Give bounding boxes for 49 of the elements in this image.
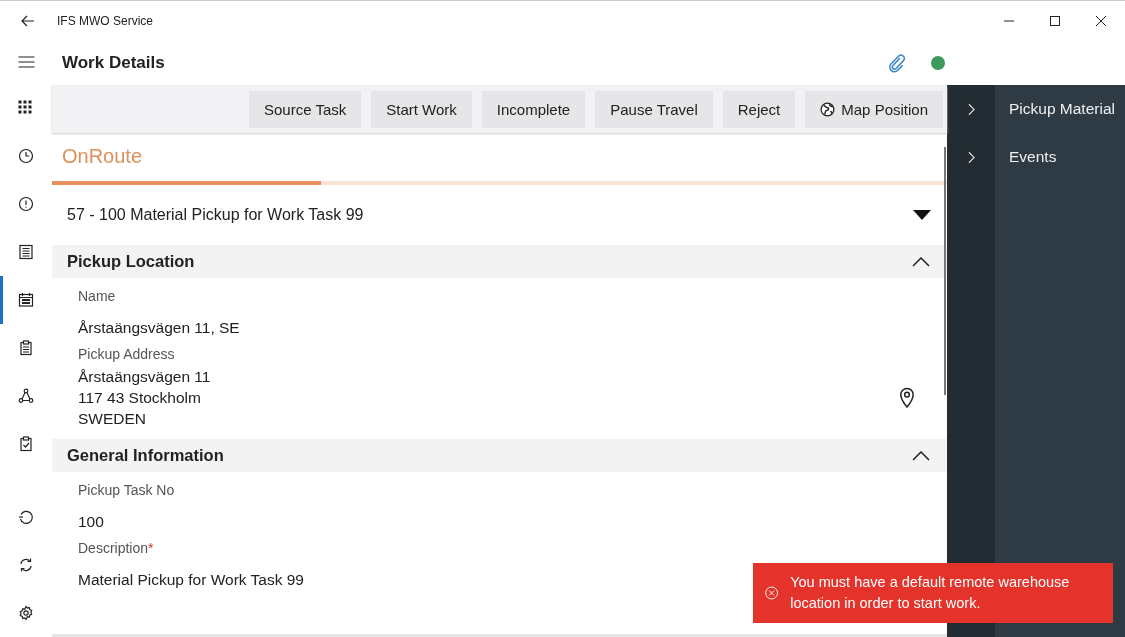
close-icon[interactable] — [1095, 14, 1107, 27]
status-label: OnRoute — [61, 144, 144, 169]
list-icon — [18, 244, 34, 260]
field-value: 117 43 Stockholm — [78, 388, 202, 408]
history-icon — [18, 509, 34, 525]
window-title: IFS MWO Service — [57, 13, 153, 28]
toolbar-button[interactable]: Source Task — [249, 90, 362, 128]
chevron-right-icon — [967, 102, 975, 116]
toolbar-button[interactable]: Start Work — [371, 90, 472, 128]
field-value: Årstaängsvägen 11, SE — [78, 318, 240, 338]
field-label: Pickup Task No — [78, 482, 176, 500]
dropdown-caret-icon — [913, 210, 931, 220]
field-label: Description* — [78, 540, 155, 558]
section-header[interactable]: Pickup Location — [52, 245, 947, 278]
toolbar-button[interactable]: Pause Travel — [595, 90, 713, 128]
error-message: You must have a default remote warehouse location in order to start work. — [790, 573, 1071, 613]
network-icon — [18, 388, 34, 404]
globe-icon — [820, 101, 836, 117]
toolbar-button[interactable]: Map Position — [805, 90, 943, 128]
side-panel-item[interactable]: Events — [947, 133, 1125, 181]
field-label: Pickup Address — [78, 346, 176, 364]
clipboard-icon — [18, 340, 34, 356]
calendar-icon — [18, 292, 34, 308]
toolbar-button[interactable]: Incomplete — [481, 90, 586, 128]
section-title: General Information — [67, 446, 224, 465]
work-task-dropdown[interactable]: 57 - 100 Material Pickup for Work Task 99 — [52, 185, 947, 245]
chevron-right-icon — [967, 150, 975, 164]
section-header[interactable]: General Information — [52, 439, 947, 472]
checklist-icon — [18, 436, 34, 452]
section-title: Pickup Location — [67, 252, 195, 271]
field-value: Material Pickup for Work Task 99 — [78, 570, 304, 590]
back-arrow-icon[interactable] — [21, 14, 35, 27]
field-value: SWEDEN — [78, 409, 148, 429]
alert-icon — [18, 196, 34, 212]
toolbar-button[interactable]: Reject — [722, 90, 796, 128]
settings-icon — [18, 605, 34, 621]
field-value: Årstaängsvägen 11 — [78, 367, 211, 387]
map-pin-icon[interactable] — [899, 387, 915, 408]
field-value: 100 — [78, 512, 104, 532]
grid-icon — [18, 100, 34, 116]
sync-icon — [18, 557, 34, 573]
clock-icon — [18, 148, 34, 164]
side-panel-item[interactable]: Pickup Material — [947, 85, 1125, 133]
paperclip-icon[interactable] — [887, 52, 907, 73]
page-title: Work Details — [62, 52, 165, 73]
menu-icon[interactable] — [17, 56, 35, 68]
field-label: Name — [78, 288, 117, 306]
error-icon — [765, 583, 779, 603]
maximize-icon[interactable] — [1049, 14, 1061, 27]
